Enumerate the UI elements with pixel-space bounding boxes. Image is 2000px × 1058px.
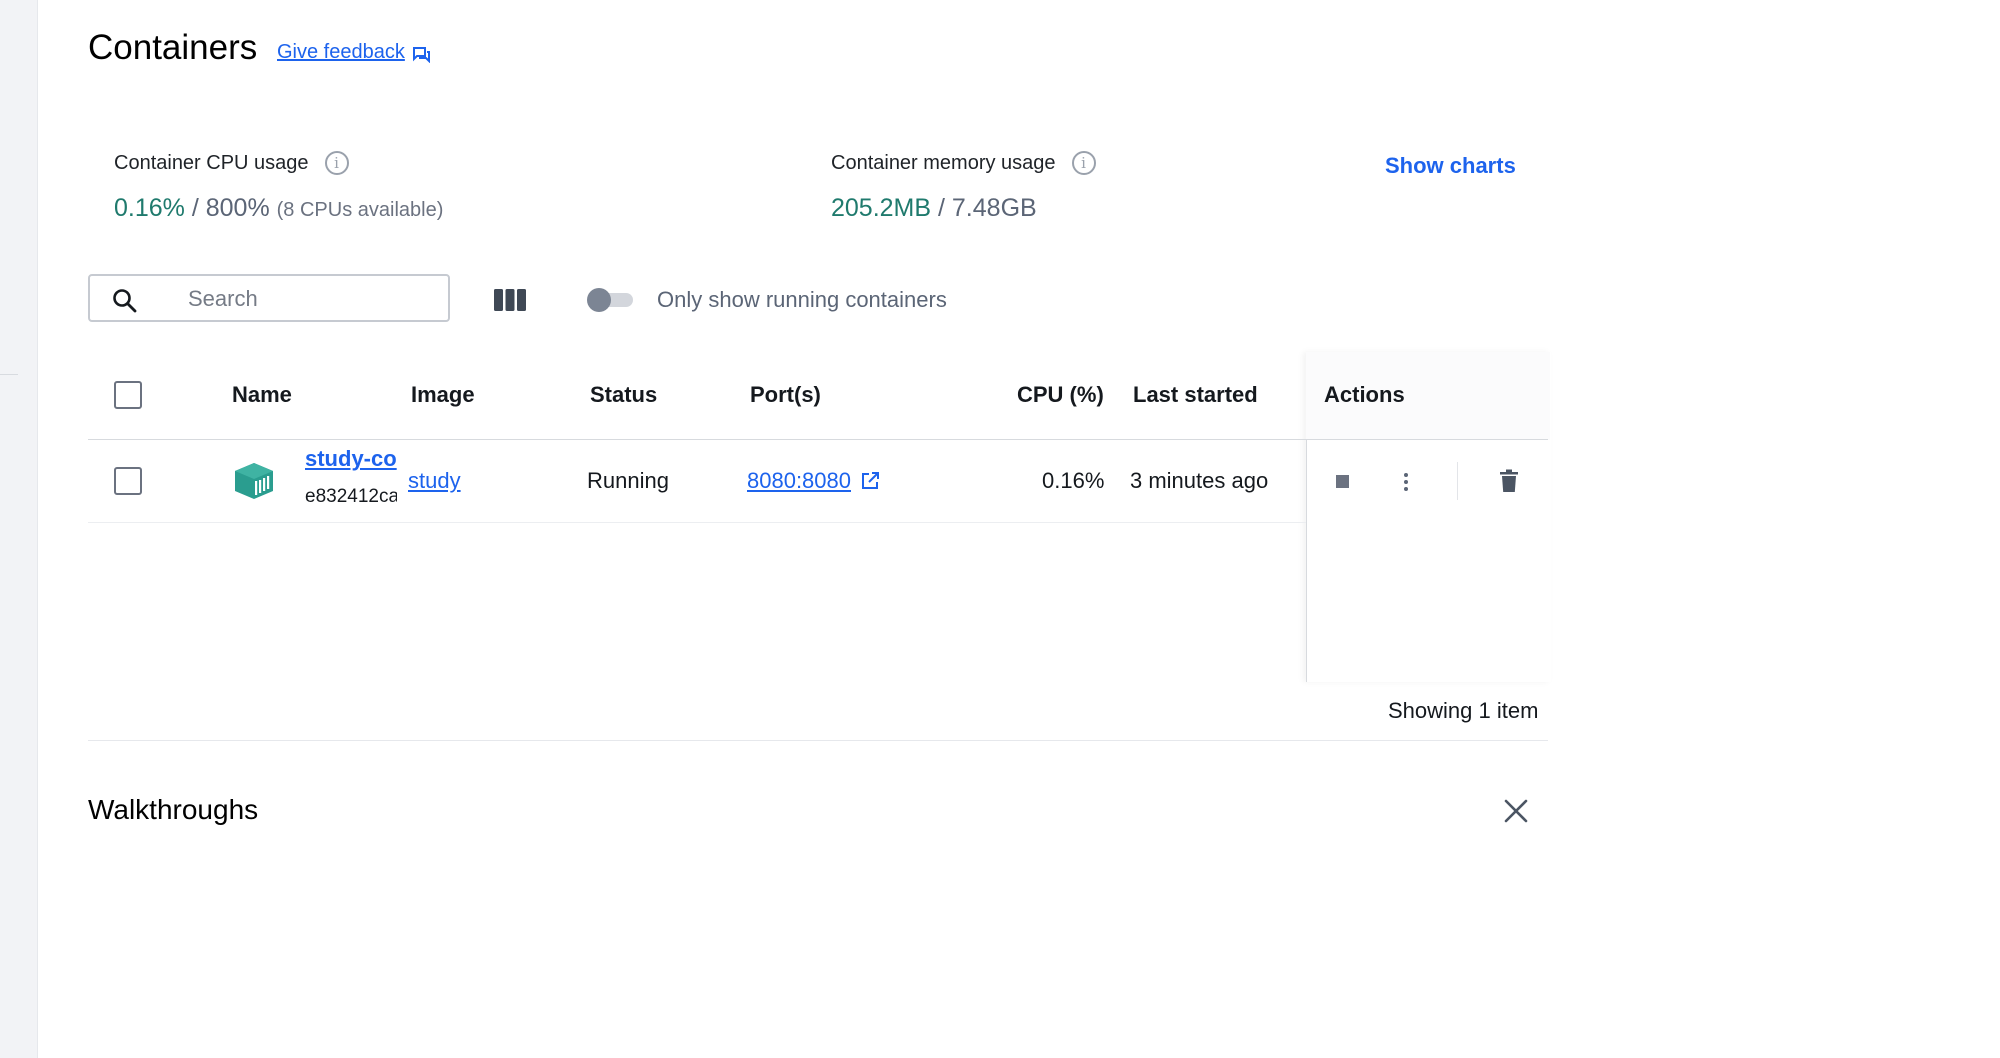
- left-sidebar: [0, 0, 38, 1058]
- section-divider: [88, 740, 1548, 741]
- container-name-link[interactable]: study-co: [305, 446, 397, 472]
- container-icon: [235, 463, 273, 499]
- memory-separator: /: [931, 194, 952, 222]
- memory-usage-value: 205.2MB / 7.48GB: [831, 194, 1037, 223]
- toggle-knob: [587, 288, 611, 312]
- search-box: [88, 274, 450, 322]
- stop-icon[interactable]: [1336, 475, 1349, 488]
- column-header-image[interactable]: Image: [411, 382, 475, 408]
- select-all-checkbox[interactable]: [114, 381, 142, 409]
- row-checkbox[interactable]: [114, 467, 142, 495]
- search-input[interactable]: [186, 284, 440, 314]
- memory-total: 7.48GB: [951, 194, 1037, 222]
- last-started-cell: 3 minutes ago: [1130, 468, 1269, 493]
- header-divider: [88, 439, 1548, 440]
- more-vert-icon[interactable]: [1395, 470, 1417, 494]
- search-icon: [113, 289, 137, 313]
- cpu-usage-value: 0.16% / 800% (8 CPUs available): [114, 194, 443, 223]
- running-only-toggle[interactable]: [587, 288, 633, 312]
- memory-used: 205.2MB: [831, 194, 932, 222]
- page-title: Containers: [88, 28, 258, 67]
- showing-count: Showing 1 item: [1388, 698, 1539, 723]
- column-header-last-started[interactable]: Last started: [1133, 382, 1258, 408]
- cpu-cell: 0.16%: [1042, 468, 1105, 493]
- cpu-usage-label: Container CPU usage i: [114, 151, 349, 175]
- running-only-label: Only show running containers: [657, 287, 947, 312]
- cpu-separator: /: [184, 194, 206, 222]
- row-divider: [88, 522, 1306, 523]
- give-feedback-link[interactable]: Give feedback: [277, 41, 431, 64]
- actions-divider: [1457, 462, 1458, 500]
- columns-icon[interactable]: [494, 289, 526, 311]
- memory-usage-label-text: Container memory usage: [831, 151, 1056, 174]
- column-header-cpu[interactable]: CPU (%): [1017, 382, 1104, 408]
- port-link-text: 8080:8080: [747, 468, 851, 493]
- feedback-icon: [412, 46, 430, 63]
- column-header-ports[interactable]: Port(s): [750, 382, 821, 408]
- trash-icon[interactable]: [1499, 469, 1519, 493]
- column-header-name[interactable]: Name: [232, 382, 292, 408]
- walkthroughs-title: Walkthroughs: [88, 794, 259, 825]
- info-icon[interactable]: i: [324, 151, 349, 175]
- column-header-actions: Actions: [1324, 382, 1405, 407]
- cpu-total: 800%: [205, 194, 270, 222]
- image-link[interactable]: study: [408, 468, 461, 494]
- close-icon[interactable]: [1503, 798, 1529, 824]
- info-icon[interactable]: i: [1071, 151, 1096, 175]
- show-charts-button[interactable]: Show charts: [1385, 153, 1516, 179]
- external-link-icon: [862, 472, 879, 489]
- cpu-note: (8 CPUs available): [276, 199, 444, 221]
- give-feedback-label: Give feedback: [277, 41, 405, 63]
- cpu-used: 0.16%: [114, 194, 185, 222]
- port-link[interactable]: 8080:8080: [747, 468, 879, 494]
- cpu-usage-label-text: Container CPU usage: [114, 151, 309, 174]
- sidebar-divider: [0, 374, 18, 375]
- container-id: e832412ca: [305, 486, 397, 507]
- status-text: Running: [587, 468, 669, 493]
- column-header-status[interactable]: Status: [590, 382, 657, 408]
- memory-usage-label: Container memory usage i: [831, 151, 1096, 175]
